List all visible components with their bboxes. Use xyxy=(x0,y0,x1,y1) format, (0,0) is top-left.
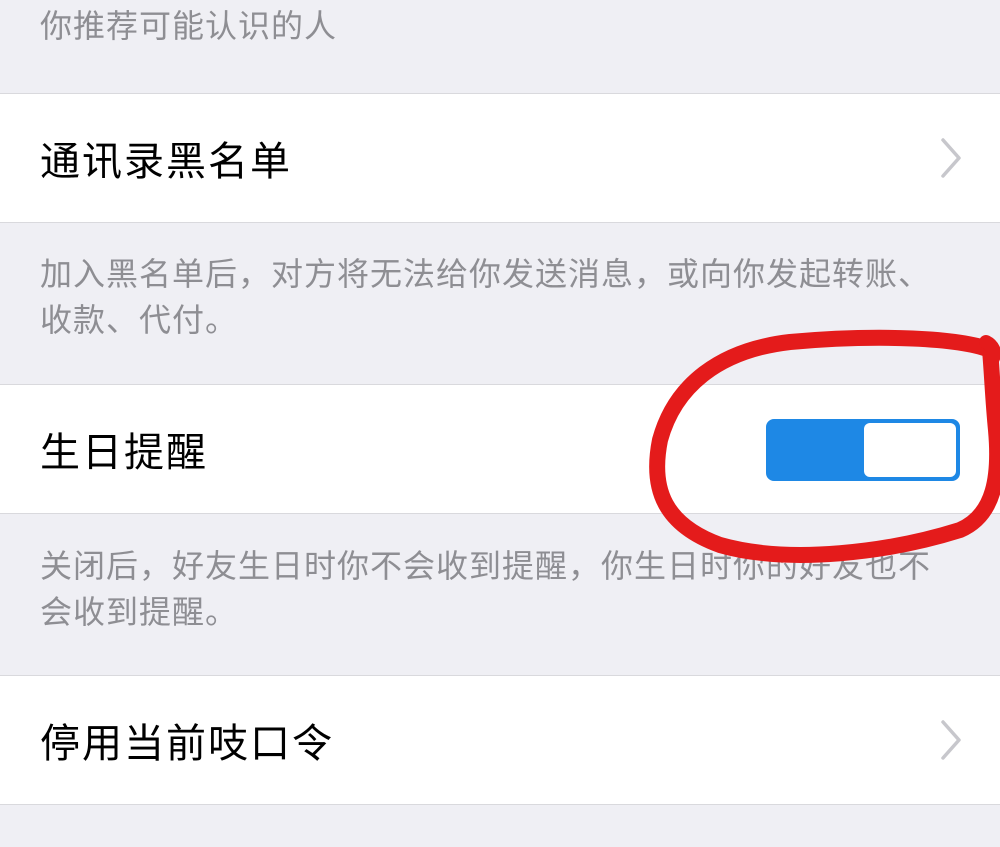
disable-password-row[interactable]: 停用当前吱口令 xyxy=(0,675,1000,805)
birthday-note: 关闭后，好友生日时你不会收到提醒，你生日时你的好友也不会收到提醒。 xyxy=(40,547,932,631)
birthday-reminder-toggle[interactable] xyxy=(766,419,960,481)
birthday-reminder-row: 生日提醒 xyxy=(0,384,1000,514)
blacklist-note: 加入黑名单后，对方将无法给你发送消息，或向你发起转账、收款、代付。 xyxy=(40,255,932,339)
chevron-right-icon xyxy=(941,138,961,178)
birthday-reminder-label: 生日提醒 xyxy=(40,430,208,476)
recommend-note: 你推荐可能认识的人 xyxy=(40,7,338,45)
settings-page: 你推荐可能认识的人 通讯录黑名单 加入黑名单后，对方将无法给你发送消息，或向你发… xyxy=(0,0,1000,847)
contacts-blacklist-row[interactable]: 通讯录黑名单 xyxy=(0,93,1000,223)
toggle-knob xyxy=(864,423,956,477)
chevron-right-icon xyxy=(941,720,961,760)
contacts-blacklist-label: 通讯录黑名单 xyxy=(40,139,292,185)
disable-password-label: 停用当前吱口令 xyxy=(40,721,334,767)
